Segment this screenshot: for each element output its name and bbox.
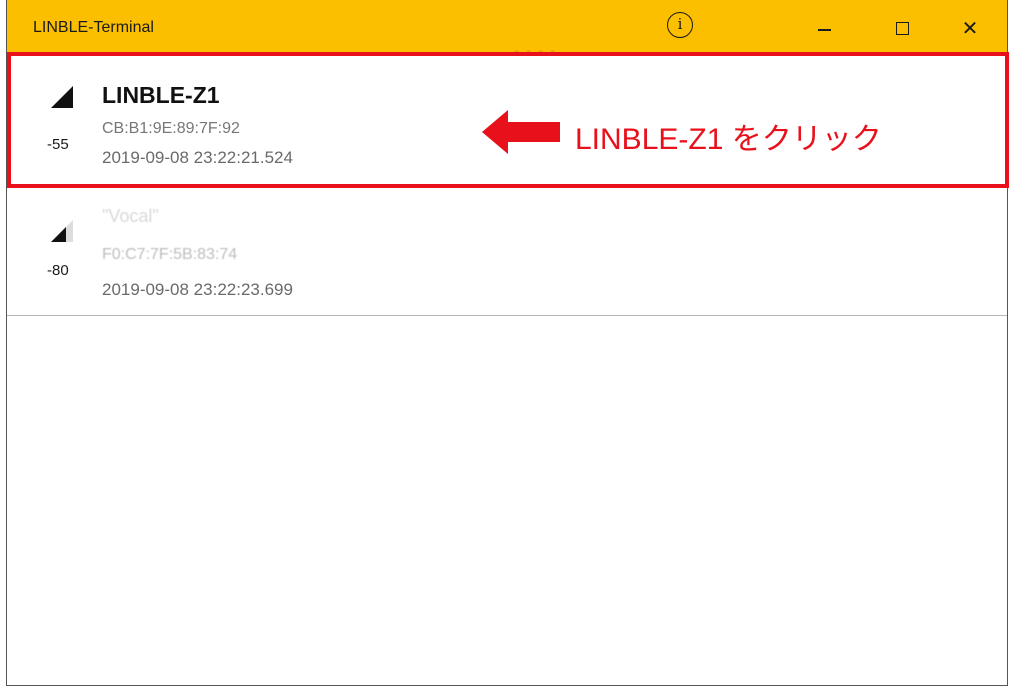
device-mac: F0:C7:7F:5B:83:74 <box>102 246 238 263</box>
device-list-item[interactable]: -80 "Vocal" F0:C7:7F:5B:83:74 2019-09-08… <box>7 186 1007 316</box>
maximize-button[interactable] <box>879 8 925 48</box>
annotation-text: LINBLE-Z1 をクリック <box>575 123 882 156</box>
app-window: LINBLE-Terminal i ✕ -55 LINBLE-Z1 CB:B1:… <box>6 0 1009 686</box>
minimize-icon <box>817 29 831 31</box>
maximize-icon <box>895 21 909 35</box>
signal-partial-icon <box>51 220 73 242</box>
device-timestamp: 2019-09-08 23:22:23.699 <box>102 280 293 299</box>
info-icon: i <box>677 15 683 33</box>
arrow-left-icon <box>482 110 560 154</box>
minimize-button[interactable] <box>801 8 847 48</box>
device-name: "Vocal" <box>102 206 159 226</box>
title-bar[interactable]: LINBLE-Terminal i ✕ <box>7 0 1007 56</box>
close-icon: ✕ <box>961 16 979 40</box>
device-rssi: -80 <box>47 262 69 279</box>
info-button[interactable]: i <box>667 12 693 38</box>
close-button[interactable]: ✕ <box>947 8 993 48</box>
window-title: LINBLE-Terminal <box>33 19 154 36</box>
